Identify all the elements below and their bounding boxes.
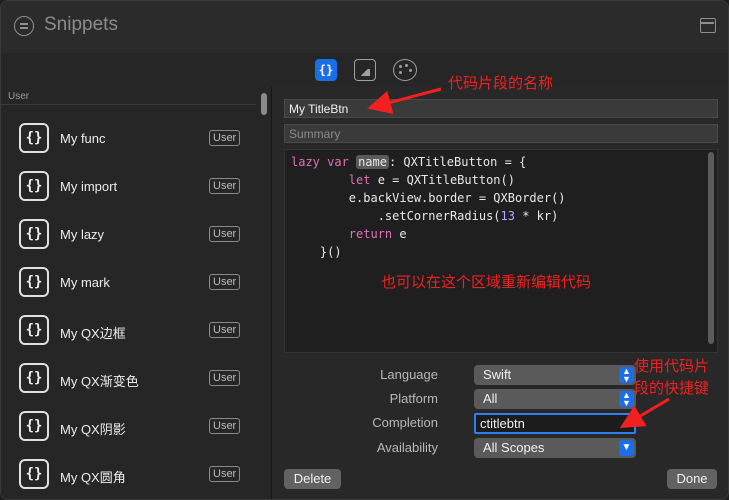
code-text-span: e [392, 227, 407, 241]
annotation-name-note: 代码片段的名称 [448, 75, 554, 92]
library-toolbar: {} [1, 53, 728, 87]
chevron-updown-icon: ▲ ▼ [619, 391, 634, 408]
snippet-title: My QX渐变色 [60, 374, 139, 389]
user-badge: User [209, 418, 241, 434]
code-braces-icon: {} [19, 123, 49, 153]
completion-row: Completion ctitlebtn [284, 413, 718, 434]
code-keyword: let [348, 173, 371, 187]
code-text-span: .setCornerRadius( [377, 209, 501, 223]
snippet-title: My QX边框 [60, 326, 126, 341]
code-keyword: var [327, 155, 349, 169]
code-braces-icon: {} [19, 411, 49, 441]
user-badge: User [209, 370, 241, 386]
availability-row: Availability All Scopes ▼ [284, 438, 718, 458]
image-icon[interactable] [354, 59, 376, 81]
code-placeholder-token[interactable]: name [356, 155, 389, 169]
snippet-list-pane: User {} My func User {} My import User {… [1, 87, 271, 499]
snippet-title: My func [60, 131, 106, 146]
snippet-row[interactable]: {} My QX圆角 User [1, 453, 256, 499]
code-braces-icon[interactable]: {} [315, 59, 337, 81]
language-label: Language [380, 367, 438, 382]
snippet-row[interactable]: {} My QX渐变色 User [1, 357, 256, 405]
snippet-title: My QX圆角 [60, 470, 126, 485]
snippet-row[interactable]: {} My import User [1, 165, 256, 213]
availability-popup[interactable]: All Scopes ▼ [474, 438, 636, 458]
annotation-shortcut-note-1: 使用代码片 [634, 358, 710, 375]
summary-field[interactable]: Summary [284, 124, 718, 143]
sidebar-scroll-thumb[interactable] [261, 93, 267, 115]
chevron-updown-icon: ▲ ▼ [619, 367, 634, 384]
user-badge: User [209, 466, 241, 482]
user-badge: User [209, 274, 241, 290]
completion-label: Completion [372, 415, 438, 430]
snippets-icon [14, 16, 34, 36]
code-editor[interactable]: lazy var name: QXTitleButton = { let e =… [284, 149, 718, 353]
code-braces-icon: {} [19, 267, 49, 297]
user-badge: User [209, 226, 241, 242]
completion-shortcut-input[interactable]: ctitlebtn [474, 413, 636, 434]
snippet-detail-pane: My TitleBtn Summary lazy var name: QXTit… [272, 87, 728, 499]
sidebar-scrollbar[interactable] [259, 89, 269, 499]
code-braces-icon: {} [19, 315, 49, 345]
snippet-title: My lazy [60, 227, 105, 242]
code-braces-icon: {} [19, 363, 49, 393]
window-title: Snippets [44, 14, 118, 35]
code-braces-icon: {} [19, 171, 49, 201]
user-badge: User [209, 130, 241, 146]
platform-value: All [483, 391, 498, 406]
palette-icon[interactable] [393, 59, 417, 81]
availability-value: All Scopes [483, 440, 545, 455]
code-scroll-thumb[interactable] [708, 152, 714, 344]
chevron-down-icon: ▼ [619, 440, 634, 456]
platform-popup[interactable]: All ▲ ▼ [474, 389, 636, 409]
code-text-span: : QXTitleButton = { [388, 155, 527, 169]
snippet-title: My import [60, 179, 118, 194]
code-number: 13 [500, 209, 515, 223]
snippet-name-field[interactable]: My TitleBtn [284, 99, 718, 118]
user-badge: User [209, 178, 241, 194]
snippet-row[interactable]: {} My mark User [1, 261, 256, 309]
code-braces-icon: {} [19, 459, 49, 489]
snippet-row[interactable]: {} My QX边框 User [1, 309, 256, 357]
section-header: User [1, 87, 256, 105]
code-text[interactable]: lazy var name: QXTitleButton = { let e =… [291, 153, 566, 261]
language-popup[interactable]: Swift ▲ ▼ [474, 365, 636, 385]
user-badge: User [209, 322, 241, 338]
code-text-span: * kr) [514, 209, 559, 223]
titlebar: Snippets [1, 1, 728, 53]
code-text-span: e.backView.border = QXBorder() [348, 191, 566, 205]
snippets-window: Snippets {} User {} My func User {} My i… [0, 0, 729, 500]
code-keyword: lazy [291, 155, 320, 169]
delete-button[interactable]: Delete [284, 469, 341, 489]
code-keyword: return [348, 227, 393, 241]
code-text-span: }() [319, 245, 342, 259]
snippet-row[interactable]: {} My func User [1, 117, 256, 165]
code-scrollbar[interactable] [707, 152, 715, 348]
snippet-title: My mark [60, 275, 110, 290]
annotation-shortcut-note-2: 段的快捷键 [634, 380, 710, 397]
snippet-title: My QX阴影 [60, 422, 126, 437]
availability-label: Availability [376, 440, 438, 455]
snippet-row[interactable]: {} My lazy User [1, 213, 256, 261]
code-text-span: e = QXTitleButton() [370, 173, 515, 187]
platform-label: Platform [389, 391, 438, 406]
code-braces-icon: {} [19, 219, 49, 249]
snippet-row[interactable]: {} My QX阴影 User [1, 405, 256, 453]
done-button[interactable]: Done [667, 469, 717, 489]
sidebar-toggle-icon[interactable] [700, 18, 716, 33]
annotation-code-note: 也可以在这个区域重新编辑代码 [381, 274, 592, 291]
language-value: Swift [483, 367, 512, 382]
